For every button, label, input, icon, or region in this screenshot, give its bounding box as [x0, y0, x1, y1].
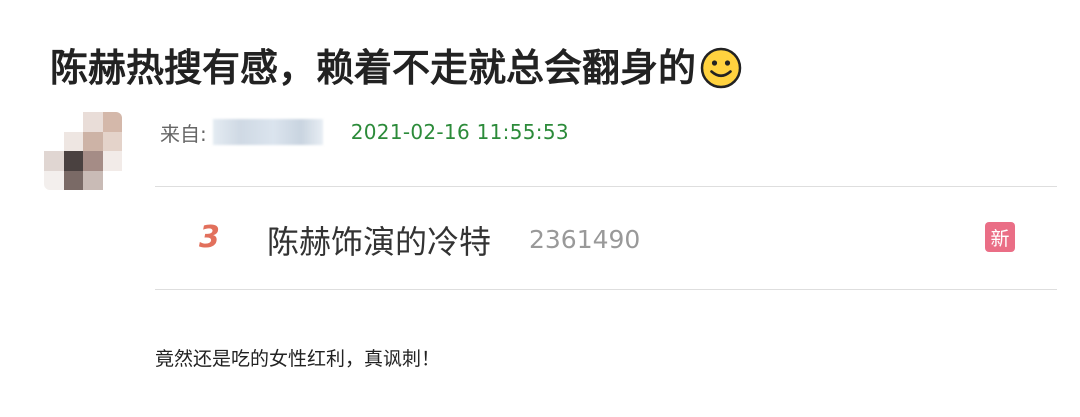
post-timestamp: 2021-02-16 11:55:53: [350, 120, 569, 144]
hot-search-rank: 3: [199, 220, 220, 255]
hot-search-card[interactable]: 3 陈赫饰演的冷特 2361490 新: [155, 186, 1057, 290]
post-meta: 来自: 2021-02-16 11:55:53: [160, 118, 569, 146]
post-comment: 竟然还是吃的女性红利，真讽刺！: [155, 348, 441, 370]
headline-text: 陈赫热搜有感，赖着不走就总会翻身的: [50, 46, 697, 90]
avatar[interactable]: [44, 112, 122, 190]
hot-search-heat: 2361490: [529, 225, 641, 254]
blurred-username[interactable]: [212, 119, 323, 145]
from-label: 来自:: [160, 121, 207, 146]
post-headline: 陈赫热搜有感，赖着不走就总会翻身的: [50, 40, 742, 96]
hot-search-topic[interactable]: 陈赫饰演的冷特: [267, 217, 491, 263]
new-badge: 新: [985, 222, 1015, 252]
smile-icon: [700, 47, 742, 88]
